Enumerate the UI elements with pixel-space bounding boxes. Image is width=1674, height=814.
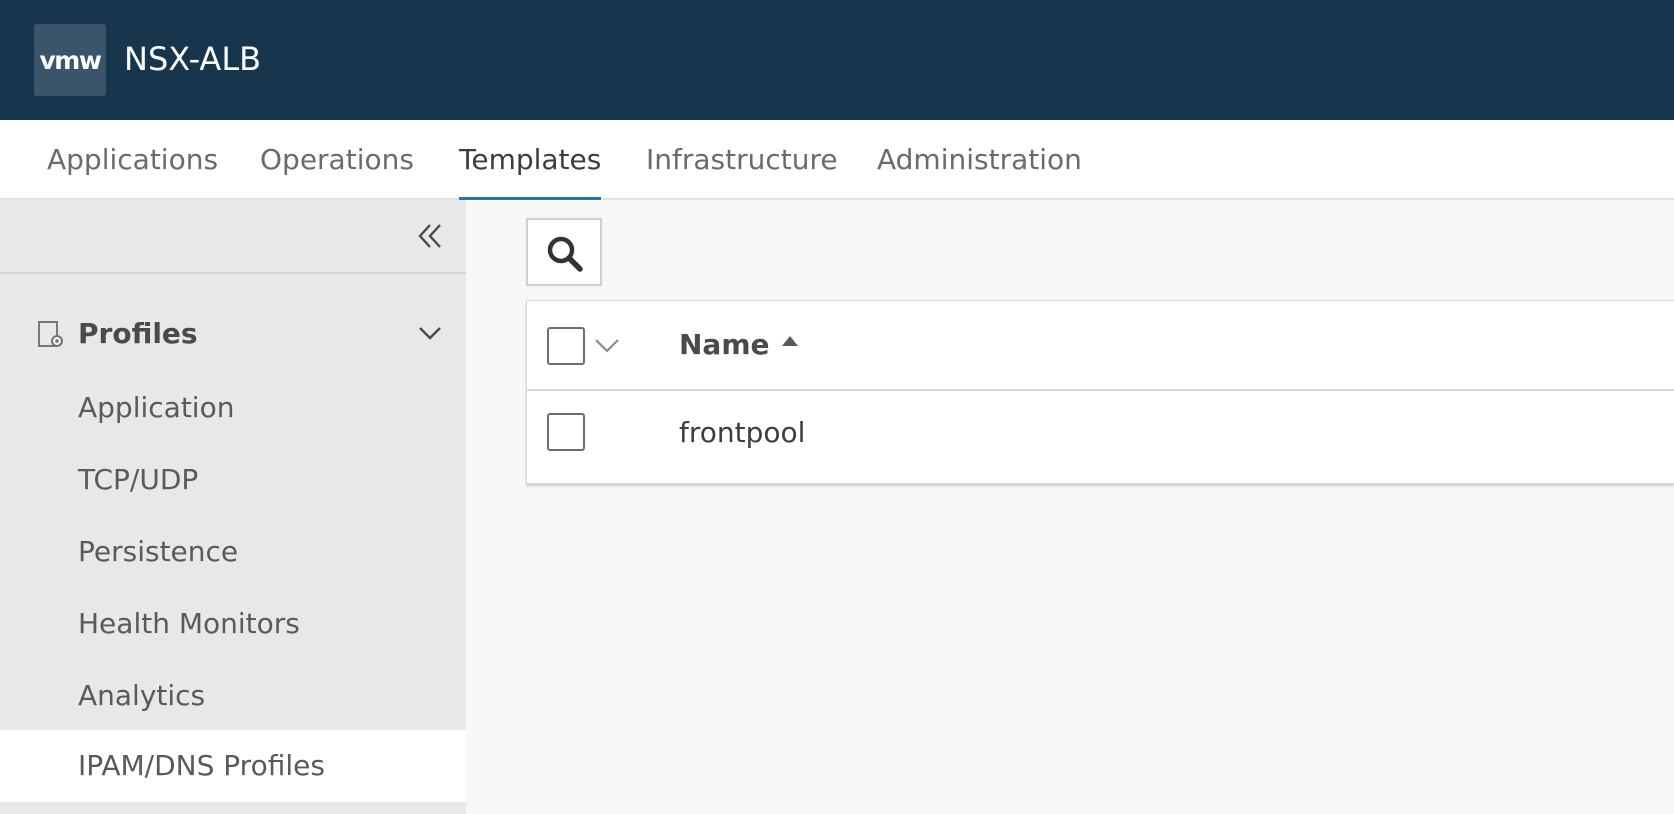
sidebar-item-tcp-udp[interactable]: TCP/UDP xyxy=(0,444,466,516)
sidebar: Profiles Application TCP/UDP Persistence… xyxy=(0,200,466,814)
sidebar-item-label: TCP/UDP xyxy=(78,463,199,496)
sidebar-item-health-monitors[interactable]: Health Monitors xyxy=(0,588,466,660)
grid-header: Name xyxy=(527,301,1674,391)
tab-infrastructure[interactable]: Infrastructure xyxy=(646,120,838,200)
chevron-down-icon[interactable] xyxy=(593,335,621,357)
sidebar-group-label: Profiles xyxy=(78,317,198,350)
search-icon xyxy=(547,236,583,272)
column-header-name[interactable]: Name xyxy=(679,325,770,365)
sidebar-item-label: Persistence xyxy=(78,535,239,568)
sidebar-group-profiles[interactable]: Profiles xyxy=(0,300,466,368)
tab-templates[interactable]: Templates xyxy=(459,120,602,202)
sidebar-item-persistence[interactable]: Persistence xyxy=(0,516,466,588)
row-name-cell: frontpool xyxy=(679,416,806,449)
profile-gear-icon xyxy=(38,321,63,347)
double-chevron-left-icon[interactable] xyxy=(416,218,446,254)
search-button[interactable] xyxy=(526,218,602,286)
tab-administration[interactable]: Administration xyxy=(877,120,1082,200)
tab-operations[interactable]: Operations xyxy=(260,120,414,200)
sidebar-collapse-bar xyxy=(0,200,466,274)
sidebar-item-label: Health Monitors xyxy=(78,607,300,640)
top-header: vmw NSX-ALB xyxy=(0,0,1674,120)
chevron-down-icon xyxy=(419,327,441,340)
sort-ascending-icon[interactable] xyxy=(781,335,799,347)
vmware-logo: vmw xyxy=(34,24,106,96)
tab-applications[interactable]: Applications xyxy=(47,120,218,200)
select-all-checkbox[interactable] xyxy=(547,327,585,365)
sidebar-item-label: Application xyxy=(78,391,235,424)
row-checkbox[interactable] xyxy=(547,413,585,451)
sidebar-item-label: IPAM/DNS Profiles xyxy=(78,749,325,782)
table-row[interactable]: frontpool xyxy=(527,391,1674,483)
main-nav: Applications Operations Templates Infras… xyxy=(0,120,1674,202)
data-grid: Name frontpool xyxy=(526,300,1674,484)
sidebar-item-application[interactable]: Application xyxy=(0,372,466,444)
sidebar-item-ipam-dns-profiles[interactable]: IPAM/DNS Profiles xyxy=(0,730,466,802)
sidebar-item-label: Analytics xyxy=(78,679,206,712)
sidebar-item-analytics[interactable]: Analytics xyxy=(0,660,466,732)
main-content: Name frontpool xyxy=(466,200,1674,814)
app-title: NSX-ALB xyxy=(124,40,262,78)
